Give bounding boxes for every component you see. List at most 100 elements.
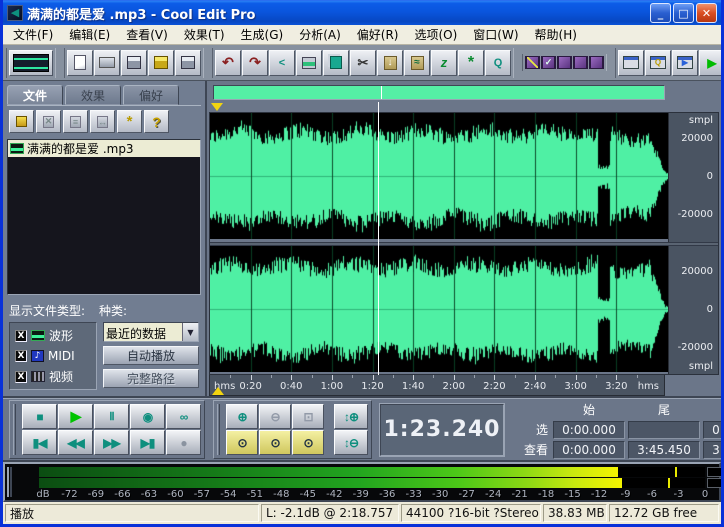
- tab-effects[interactable]: 效果: [65, 85, 121, 105]
- clip-indicator-right[interactable]: [707, 478, 722, 488]
- view-end-field[interactable]: 3:45.450: [628, 441, 700, 459]
- playback-window-button[interactable]: [618, 50, 644, 76]
- cut-button[interactable]: ✂: [350, 50, 376, 76]
- go-to-start-button[interactable]: ▮◀: [22, 430, 57, 455]
- zoom-in-vertical-button[interactable]: ↕⊕: [334, 404, 368, 429]
- pause-button[interactable]: Ⅱ: [94, 404, 129, 429]
- zoom-full-button[interactable]: ⊡: [292, 404, 324, 429]
- open-file-button-panel[interactable]: [9, 110, 34, 133]
- save-selection-button[interactable]: [175, 50, 201, 76]
- selection-end-field[interactable]: [628, 421, 700, 439]
- play-button[interactable]: ▶: [58, 404, 93, 429]
- redo-button[interactable]: ↷: [242, 50, 268, 76]
- paste-button[interactable]: ↓: [377, 50, 403, 76]
- mini-play-button[interactable]: ▶: [699, 50, 724, 76]
- amplitude-ruler-left[interactable]: smpl 20000 0 -20000: [668, 113, 718, 242]
- selection-start-marker[interactable]: [211, 103, 223, 111]
- list-item[interactable]: 满满的都是爱 .mp3: [8, 140, 200, 157]
- panel-grip[interactable]: [217, 404, 220, 455]
- filter-options-button[interactable]: *: [117, 110, 142, 133]
- record-button[interactable]: ●: [166, 430, 201, 455]
- right-channel-waveform[interactable]: [210, 246, 668, 372]
- cue-bar[interactable]: [209, 102, 719, 112]
- zoom-in-button[interactable]: ⊕: [226, 404, 258, 429]
- checkbox[interactable]: X: [15, 350, 27, 362]
- menu-edit[interactable]: 编辑(E): [61, 24, 118, 45]
- title-bar[interactable]: ◀ 满满的都是爱 .mp3 - Cool Edit Pro _ □ ✕: [3, 0, 721, 25]
- db-scale-label: -33: [406, 489, 422, 500]
- loop-button[interactable]: ∞: [166, 404, 201, 429]
- menu-view[interactable]: 查看(V): [118, 24, 176, 45]
- open-file-button[interactable]: [94, 50, 120, 76]
- sort-dropdown[interactable]: 最近的数据 ▼: [103, 322, 199, 342]
- save-as-button[interactable]: [148, 50, 174, 76]
- stop-button[interactable]: ■: [22, 404, 57, 429]
- help-button[interactable]: ?: [144, 110, 169, 133]
- zoom-sel-right-button[interactable]: ⊙: [292, 430, 324, 455]
- autoplay-button[interactable]: 自动播放: [103, 346, 199, 365]
- convert-sample-type-button[interactable]: Q: [485, 50, 511, 76]
- new-file-button[interactable]: [67, 50, 93, 76]
- mix-paste-button[interactable]: ≈: [404, 50, 430, 76]
- delete-silence-button[interactable]: z: [431, 50, 457, 76]
- dropdown-arrow-icon[interactable]: ▼: [182, 323, 198, 341]
- menu-favorites[interactable]: 偏好(R): [349, 24, 407, 45]
- level-meter[interactable]: dB-72-69-66-63-60-57-54-51-48-45-42-39-3…: [3, 462, 721, 502]
- fx-dialog-button[interactable]: ✓: [541, 56, 556, 69]
- play-list-button[interactable]: ▶: [672, 50, 698, 76]
- checkbox[interactable]: X: [15, 330, 27, 342]
- multitrack-view-button[interactable]: [9, 50, 53, 76]
- selection-start-marker-bottom[interactable]: [212, 387, 224, 395]
- fx-wave-a-button[interactable]: [557, 56, 572, 69]
- zoom-out-vertical-button[interactable]: ↕⊖: [334, 430, 368, 455]
- repeat-command-button[interactable]: <: [269, 50, 295, 76]
- copy-button[interactable]: [323, 50, 349, 76]
- tab-favorites[interactable]: 偏好: [123, 85, 179, 105]
- tab-files[interactable]: 文件: [7, 85, 63, 105]
- selection-start-field[interactable]: 0:00.000: [553, 421, 625, 439]
- go-to-end-button[interactable]: ▶▮: [130, 430, 165, 455]
- menu-options[interactable]: 选项(O): [406, 24, 465, 45]
- fullpath-button[interactable]: 完整路径: [103, 369, 199, 388]
- time-display-panel[interactable]: 1:23.240: [380, 404, 504, 456]
- view-length-field[interactable]: 3:45.450: [703, 441, 724, 459]
- clip-indicator-left[interactable]: [707, 467, 722, 477]
- menu-file[interactable]: 文件(F): [5, 24, 61, 45]
- selection-length-field[interactable]: 0:00.000: [703, 421, 724, 439]
- waveform-channels[interactable]: smpl 20000 0 -20000 20000 0 -20000: [209, 112, 719, 375]
- panel-grip[interactable]: [13, 404, 16, 455]
- insert-wave-button[interactable]: ↔: [90, 110, 115, 133]
- fx-wave-c-button[interactable]: [589, 56, 604, 69]
- left-channel-waveform[interactable]: [210, 113, 668, 239]
- fx-wave-b-button[interactable]: [573, 56, 588, 69]
- zoom-sel-left-button[interactable]: ⊙: [259, 430, 291, 455]
- menu-window[interactable]: 窗口(W): [465, 24, 526, 45]
- menu-analyze[interactable]: 分析(A): [291, 24, 349, 45]
- undo-button[interactable]: ↶: [215, 50, 241, 76]
- menu-effects[interactable]: 效果(T): [176, 24, 233, 45]
- insert-multitrack-button[interactable]: ≡: [63, 110, 88, 133]
- overview-scrollbar[interactable]: [213, 85, 665, 100]
- close-file-button-panel[interactable]: ✕: [36, 110, 61, 133]
- checkbox[interactable]: X: [15, 371, 27, 383]
- menu-help[interactable]: 帮助(H): [527, 24, 585, 45]
- file-list[interactable]: 满满的都是爱 .mp3: [7, 139, 201, 295]
- amplitude-ruler-right[interactable]: 20000 0 -20000 smpl: [668, 246, 718, 375]
- view-start-field[interactable]: 0:00.000: [553, 441, 625, 459]
- close-button[interactable]: ✕: [696, 3, 717, 23]
- maximize-button[interactable]: □: [673, 3, 694, 23]
- menu-generate[interactable]: 生成(G): [233, 24, 292, 45]
- zoom-selection-button[interactable]: ⊙: [226, 430, 258, 455]
- cue-list-button[interactable]: Q: [645, 50, 671, 76]
- zoom-out-button[interactable]: ⊖: [259, 404, 291, 429]
- rewind-button[interactable]: ◀◀: [58, 430, 93, 455]
- fast-forward-button[interactable]: ▶▶: [94, 430, 129, 455]
- timeline-ruler[interactable]: hms hms 0:200:401:001:201:402:002:202:40…: [209, 375, 665, 396]
- play-from-cursor-button[interactable]: ◉: [130, 404, 165, 429]
- playhead-cursor[interactable]: [378, 102, 379, 375]
- save-file-button[interactable]: [121, 50, 147, 76]
- minimize-button[interactable]: _: [650, 3, 671, 23]
- normalize-button[interactable]: *: [458, 50, 484, 76]
- fx-invert-button[interactable]: [525, 56, 540, 69]
- trim-button[interactable]: [296, 50, 322, 76]
